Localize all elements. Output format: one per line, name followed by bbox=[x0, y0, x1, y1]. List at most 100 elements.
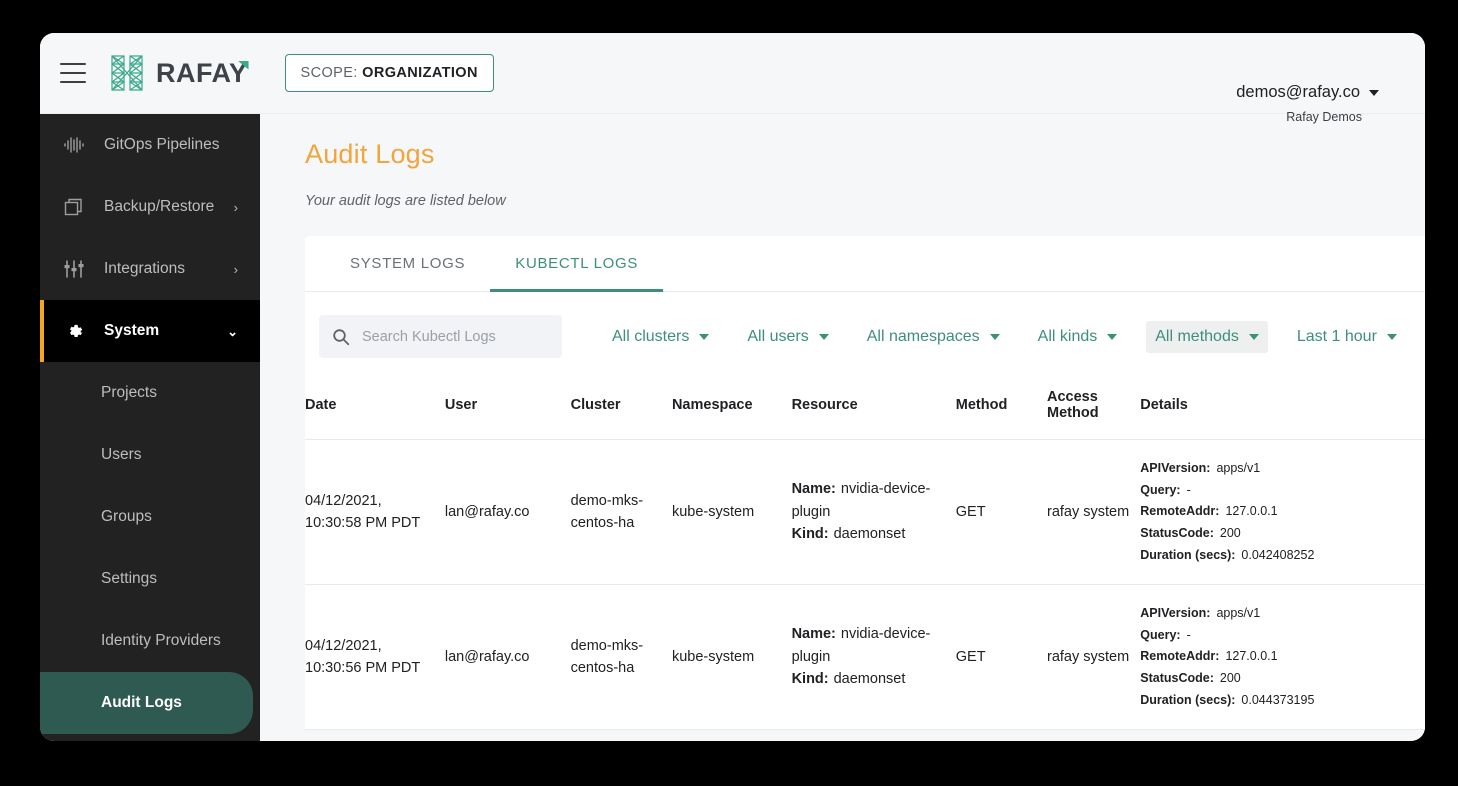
sidebar-item-groups[interactable]: Groups bbox=[40, 486, 260, 548]
column-header-user[interactable]: User bbox=[445, 371, 571, 440]
chevron-down-icon bbox=[1387, 334, 1397, 340]
detail-remoteaddr: RemoteAddr:127.0.0.1 bbox=[1140, 646, 1425, 668]
filter-all-kinds[interactable]: All kinds bbox=[1029, 321, 1127, 353]
tab-label: KUBECTL LOGS bbox=[515, 255, 638, 272]
details-block: APIVersion:apps/v1 Query:- RemoteAddr:12… bbox=[1140, 458, 1425, 566]
page-subtitle: Your audit logs are listed below bbox=[305, 193, 1425, 209]
cell-namespace: kube-system bbox=[672, 585, 792, 730]
resource-kind-line: Kind: daemonset bbox=[792, 668, 946, 690]
gear-icon bbox=[62, 319, 86, 343]
brand-name: RAFAY bbox=[156, 60, 248, 87]
sidebar-subitem-label: Identity Providers bbox=[101, 632, 221, 650]
resource-kind-value: daemonset bbox=[834, 671, 906, 687]
sidebar-item-system[interactable]: System ⌄ bbox=[40, 300, 260, 362]
cell-user: lan@rafay.co bbox=[445, 440, 571, 585]
scope-label: SCOPE: bbox=[301, 65, 358, 81]
sidebar-item-gitops-pipelines[interactable]: GitOps Pipelines bbox=[40, 114, 260, 176]
page-title: Audit Logs bbox=[305, 139, 1425, 170]
sidebar-item-projects[interactable]: Projects bbox=[40, 362, 260, 424]
logs-panel: SYSTEM LOGS KUBECTL LOGS bbox=[305, 236, 1425, 730]
scope-selector[interactable]: SCOPE: ORGANIZATION bbox=[285, 54, 494, 92]
sidebar-item-identity-providers[interactable]: Identity Providers bbox=[40, 610, 260, 672]
sidebar: GitOps Pipelines Backup/Restore › bbox=[40, 114, 260, 741]
tab-system-logs[interactable]: SYSTEM LOGS bbox=[325, 236, 490, 291]
column-header-details[interactable]: Details bbox=[1140, 371, 1425, 440]
table-body: 04/12/2021, 10:30:58 PM PDT lan@rafay.co… bbox=[305, 440, 1425, 730]
hamburger-icon[interactable] bbox=[60, 63, 86, 83]
detail-duration: Duration (secs):0.042408252 bbox=[1140, 545, 1425, 567]
sidebar-item-audit-logs[interactable]: Audit Logs bbox=[40, 672, 253, 734]
resource-kind-label: Kind: bbox=[792, 671, 829, 687]
chevron-down-icon: ⌄ bbox=[227, 325, 238, 338]
filter-all-methods[interactable]: All methods bbox=[1146, 321, 1268, 353]
pulse-icon bbox=[62, 133, 86, 157]
table-header: Date User Cluster Namespace Resource Met… bbox=[305, 371, 1425, 440]
sidebar-item-label: System bbox=[104, 322, 227, 340]
search-icon bbox=[332, 328, 350, 346]
detail-statuscode: StatusCode:200 bbox=[1140, 523, 1425, 545]
tab-kubectl-logs[interactable]: KUBECTL LOGS bbox=[490, 236, 663, 291]
search-input[interactable] bbox=[362, 329, 562, 345]
scope-value: ORGANIZATION bbox=[362, 65, 478, 81]
sidebar-subitem-label: Projects bbox=[101, 384, 157, 402]
user-org: Rafay Demos bbox=[1236, 110, 1362, 124]
main-content: Audit Logs Your audit logs are listed be… bbox=[260, 114, 1425, 741]
resource-name-label: Name: bbox=[792, 481, 836, 497]
detail-statuscode: StatusCode:200 bbox=[1140, 668, 1425, 690]
table-row[interactable]: 04/12/2021, 10:30:56 PM PDT lan@rafay.co… bbox=[305, 585, 1425, 730]
cell-cluster: demo-mks-centos-ha bbox=[571, 440, 672, 585]
resource-kind-line: Kind:daemonset bbox=[792, 523, 946, 545]
sidebar-item-label: Backup/Restore bbox=[104, 198, 234, 216]
column-header-date[interactable]: Date bbox=[305, 371, 445, 440]
resource-name-line: Name:nvidia-device-plugin bbox=[792, 478, 946, 523]
sliders-icon bbox=[62, 257, 86, 281]
rafay-logo-icon bbox=[107, 53, 147, 93]
cell-method: GET bbox=[956, 585, 1047, 730]
brand-logo[interactable]: RAFAY bbox=[107, 53, 248, 93]
cell-namespace: kube-system bbox=[672, 440, 792, 585]
filter-label: All users bbox=[747, 328, 808, 346]
column-header-namespace[interactable]: Namespace bbox=[672, 371, 792, 440]
hamburger-bar bbox=[60, 81, 86, 83]
filter-all-users[interactable]: All users bbox=[738, 321, 837, 353]
detail-apiversion: APIVersion:apps/v1 bbox=[1140, 458, 1425, 480]
search-box[interactable] bbox=[319, 315, 562, 358]
cell-cluster: demo-mks-centos-ha bbox=[571, 585, 672, 730]
cell-details: APIVersion:apps/v1 Query:- RemoteAddr:12… bbox=[1140, 585, 1425, 730]
resource-kind-label: Kind: bbox=[792, 526, 829, 542]
sidebar-item-label: Integrations bbox=[104, 260, 234, 278]
cell-resource: Name:nvidia-device-plugin Kind:daemonset bbox=[792, 440, 956, 585]
sidebar-item-label: GitOps Pipelines bbox=[104, 136, 260, 154]
column-header-cluster[interactable]: Cluster bbox=[571, 371, 672, 440]
chevron-down-icon bbox=[1249, 334, 1259, 340]
sidebar-item-users[interactable]: Users bbox=[40, 424, 260, 486]
cell-date: 04/12/2021, 10:30:56 PM PDT bbox=[305, 585, 445, 730]
chevron-down-icon bbox=[1107, 334, 1117, 340]
column-header-resource[interactable]: Resource bbox=[792, 371, 956, 440]
user-menu[interactable]: demos@rafay.co Rafay Demos bbox=[1236, 83, 1379, 124]
cell-access-method: rafay system bbox=[1047, 440, 1140, 585]
app-body: GitOps Pipelines Backup/Restore › bbox=[40, 114, 1425, 741]
filter-all-namespaces[interactable]: All namespaces bbox=[858, 321, 1009, 353]
cell-method: GET bbox=[956, 440, 1047, 585]
filter-time-range[interactable]: Last 1 hour bbox=[1288, 321, 1406, 353]
filter-label: All kinds bbox=[1038, 328, 1098, 346]
filter-label: Last 1 hour bbox=[1297, 328, 1377, 346]
chevron-right-icon: › bbox=[234, 263, 238, 276]
detail-query: Query:- bbox=[1140, 625, 1425, 647]
cell-details: APIVersion:apps/v1 Query:- RemoteAddr:12… bbox=[1140, 440, 1425, 585]
top-bar: RAFAY SCOPE: ORGANIZATION demos@rafay.co… bbox=[40, 33, 1425, 114]
cell-access-method: rafay system bbox=[1047, 585, 1140, 730]
table-row[interactable]: 04/12/2021, 10:30:58 PM PDT lan@rafay.co… bbox=[305, 440, 1425, 585]
sidebar-item-backup-restore[interactable]: Backup/Restore › bbox=[40, 176, 260, 238]
detail-remoteaddr: RemoteAddr:127.0.0.1 bbox=[1140, 501, 1425, 523]
sidebar-item-integrations[interactable]: Integrations › bbox=[40, 238, 260, 300]
detail-duration: Duration (secs):0.044373195 bbox=[1140, 690, 1425, 712]
column-header-method[interactable]: Method bbox=[956, 371, 1047, 440]
screen: RAFAY SCOPE: ORGANIZATION demos@rafay.co… bbox=[0, 0, 1458, 786]
table-header-row: Date User Cluster Namespace Resource Met… bbox=[305, 371, 1425, 440]
filter-all-clusters[interactable]: All clusters bbox=[603, 321, 718, 353]
cell-resource: Name:nvidia-device-plugin Kind:daemonset bbox=[792, 585, 956, 730]
column-header-access-method[interactable]: Access Method bbox=[1047, 371, 1140, 440]
sidebar-item-settings[interactable]: Settings bbox=[40, 548, 260, 610]
